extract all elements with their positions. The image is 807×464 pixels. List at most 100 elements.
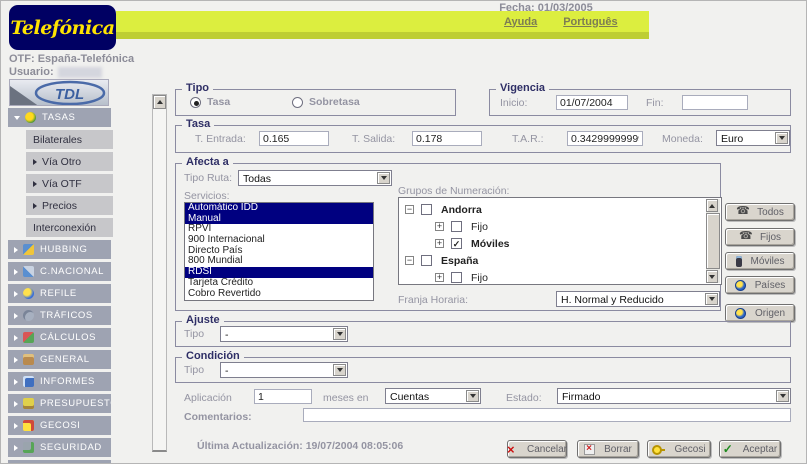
tree-rows: −Andorra+Fijo+✓Móviles−España+Fijo [399,198,721,284]
paises-button[interactable]: Países [725,276,795,294]
button-label: Todos [757,207,784,218]
scroll-up-button[interactable] [153,95,166,109]
sidebar-item-label: INFORMES [40,376,95,387]
comentarios-label: Comentarios: [184,411,252,423]
tipo-fieldset: Tipo TasaSobretasa [175,89,456,116]
tree-node-andorra[interactable]: −Andorra [405,201,721,218]
sidebar-item-label: CÁLCULOS [40,332,96,343]
sidebar-item-label: Vía OTF [42,178,82,190]
moneda-select[interactable]: Euro [716,130,790,146]
tasa-fieldset: Tasa T. Entrada: T. Salida: T.A.R.: Mone… [175,125,791,153]
tree-expander-icon[interactable]: − [405,205,414,214]
mobile-icon [736,256,742,267]
sidebar-item-calculos[interactable]: CÁLCULOS [8,328,111,347]
inicio-input[interactable] [556,95,628,110]
chevron-down-icon [14,116,20,120]
sidebar-item-interconexion[interactable]: Interconexión [26,218,113,237]
svg-text:TDL: TDL [55,86,84,103]
sidebar-item-tasas[interactable]: TASAS [8,108,111,127]
chevron-right-icon [14,401,18,407]
todos-button[interactable]: Todos [725,203,795,221]
tree-expander-icon[interactable]: − [405,256,414,265]
sidebar-item-informes[interactable]: INFORMES [8,372,111,391]
scroll-up-button[interactable] [706,199,718,212]
comentarios-input[interactable] [303,408,791,422]
aplicacion-input[interactable] [254,389,312,404]
chevron-right-icon [33,203,37,209]
tree-checkbox[interactable] [421,255,432,266]
grupos-tree[interactable]: −Andorra+Fijo+✓Móviles−España+Fijo [398,197,722,285]
ajuste-tipo-select[interactable]: - [220,326,348,342]
tar-label: T.A.R.: [512,133,544,145]
service-option-800-mundial[interactable]: 800 Mundial [185,256,373,267]
sidebar-item-refile[interactable]: REFILE [8,284,111,303]
tree-checkbox[interactable] [421,204,432,215]
dropdown-arrow-icon [377,172,390,184]
moviles-button[interactable]: Móviles [725,252,795,270]
sidebar-item-bilaterales[interactable]: Bilaterales [26,130,113,149]
tree-checkbox[interactable]: ✓ [451,238,462,249]
sidebar-item-presupuestos[interactable]: PRESUPUESTOS [8,394,111,413]
condicion-tipo-select[interactable]: - [220,362,348,378]
scroll-down-button[interactable] [706,270,718,283]
fin-input[interactable] [682,95,748,110]
tipo-ruta-select[interactable]: Todas [238,170,392,186]
link-portugues[interactable]: Português [563,16,617,28]
origen-button[interactable]: Origen [725,304,795,322]
link-ayuda[interactable]: Ayuda [504,16,537,28]
tree-expander-icon[interactable]: + [435,273,444,282]
sidebar-item-via-otf[interactable]: Vía OTF [26,174,113,193]
radio-option-tasa[interactable]: Tasa [190,96,230,108]
tree-node-fijo[interactable]: +Fijo [435,269,721,284]
service-option-tarjeta-credito[interactable]: Tarjeta Crédito [185,278,373,289]
tree-expander-icon[interactable]: + [435,239,444,248]
content-scrollbar[interactable] [152,94,167,452]
scrollbar-thumb[interactable] [706,213,720,269]
servicios-listbox[interactable]: Automático IDDManualRPVI900 Internaciona… [184,202,374,301]
sidebar-item-hubbing[interactable]: HUBBING [8,240,111,259]
sidebar-item-via-otro[interactable]: Vía Otro [26,152,113,171]
accept-icon [723,444,734,455]
tree-checkbox[interactable] [451,272,462,283]
tar-input[interactable] [567,131,643,146]
tree-node-espana[interactable]: − España [405,252,721,269]
t-entrada-label: T. Entrada: [195,133,246,145]
tree-node-fijo[interactable]: +Fijo [435,218,721,235]
estado-value: Firmado [562,391,774,403]
sidebar-item-traficos[interactable]: TRÁFICOS [8,306,111,325]
aplicacion-label: Aplicación [184,392,232,404]
sidebar-item-precios[interactable]: Precios [26,196,113,215]
sidebar-item-otf[interactable]: OTF [8,460,111,464]
sidebar-item-c-nacional[interactable]: C.NACIONAL [8,262,111,281]
budget-icon [23,398,34,409]
traffic-icon [23,310,34,321]
button-label: Países [755,280,786,291]
tree-node-moviles[interactable]: +✓Móviles [435,235,721,252]
estado-select[interactable]: Firmado [557,388,791,404]
sidebar-item-label: TRÁFICOS [40,310,93,321]
tree-checkbox[interactable] [451,221,462,232]
radio-option-sobretasa[interactable]: Sobretasa [292,96,360,108]
inicio-label: Inicio: [500,97,527,109]
service-option-manual[interactable]: Manual [185,214,373,225]
sidebar-item-label: Precios [42,200,77,212]
service-option-cobro-revertido[interactable]: Cobro Revertido [185,289,373,300]
fijos-button[interactable]: Fijos [725,228,795,246]
franja-select[interactable]: H. Normal y Reducido [556,291,720,307]
t-entrada-input[interactable] [259,131,329,146]
gecosi-button[interactable]: Gecosi [647,440,711,458]
cancelar-button[interactable]: Cancelar [507,440,567,458]
t-salida-input[interactable] [412,131,482,146]
meses-en-select[interactable]: Cuentas [385,388,481,404]
tree-scrollbar[interactable] [706,199,720,283]
chevron-right-icon [14,291,18,297]
radio-icon[interactable] [190,97,201,108]
radio-icon[interactable] [292,97,303,108]
tree-expander-icon[interactable]: + [435,222,444,231]
sidebar-item-general[interactable]: GENERAL [8,350,111,369]
borrar-button[interactable]: Borrar [577,440,639,458]
sidebar-item-gecosi[interactable]: GECOSI [8,416,111,435]
tree-node-label: España [441,255,478,267]
aceptar-button[interactable]: Aceptar [719,440,781,458]
sidebar-item-seguridad[interactable]: SEGURIDAD [8,438,111,457]
